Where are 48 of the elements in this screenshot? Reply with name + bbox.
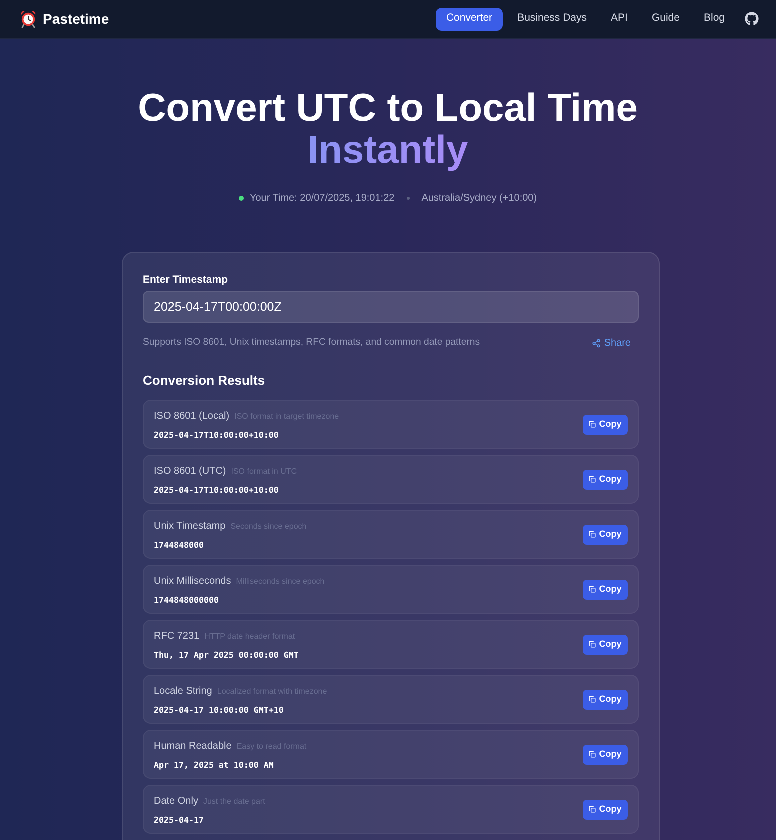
copy-icon	[589, 806, 596, 814]
converted-value: 2025-04-17T10:00:00+10:00	[154, 484, 280, 496]
copy-button[interactable]: Copy	[583, 524, 628, 545]
copy-button[interactable]: Copy	[583, 470, 628, 490]
share-button[interactable]: Share	[592, 336, 631, 351]
copy-button[interactable]: Copy	[583, 744, 628, 765]
converted-value: 1744848000000	[154, 594, 220, 606]
converted-value: Apr 17, 2025 at 10:00 AM	[154, 758, 275, 771]
nav-link[interactable]: API	[599, 8, 640, 30]
copy-button[interactable]: Copy	[583, 634, 628, 655]
format-name: ISO 8601 (Local)	[154, 410, 230, 424]
copy-button[interactable]: Copy	[583, 580, 628, 600]
nav-link[interactable]: Blog	[692, 8, 737, 30]
copy-button[interactable]: Copy	[583, 800, 628, 820]
results-heading: Conversion Results	[143, 372, 266, 390]
format-name: ISO 8601 (UTC)	[154, 464, 226, 479]
timestamp-label: Enter Timestamp	[143, 273, 229, 288]
copy-button[interactable]: Copy	[583, 690, 628, 710]
format-name: Locale String	[154, 684, 212, 699]
nav-link[interactable]: Business Days	[506, 8, 600, 30]
format-name: Unix Timestamp	[154, 520, 226, 534]
converted-value: 2025-04-17 10:00:00 GMT+10	[154, 704, 285, 716]
local-time-text: Your Time: 20/07/2025, 19:01:22	[250, 192, 395, 206]
format-name: Date Only	[154, 794, 198, 809]
copy-icon	[589, 586, 596, 594]
github-icon[interactable]	[745, 12, 759, 26]
format-name: Human Readable	[154, 740, 232, 754]
hero-title: Convert UTC to Local Time	[138, 89, 638, 129]
nav-link[interactable]: Guide	[640, 8, 692, 30]
format-name: RFC 7231	[154, 630, 200, 644]
copy-icon	[589, 751, 596, 758]
format-hint: Supports ISO 8601, Unix timestamps, RFC formats, and common date patterns	[143, 336, 480, 350]
format-name: Unix Milliseconds	[154, 574, 232, 589]
converted-value: Thu, 17 Apr 2025 00:00:00 GMT	[154, 648, 299, 661]
copy-icon	[589, 641, 596, 648]
copy-icon	[589, 696, 596, 704]
share-icon	[592, 338, 602, 348]
nav-link[interactable]: Converter	[436, 8, 503, 30]
copy-icon	[589, 421, 596, 428]
timezone-text: Australia/Sydney (+10:00)	[422, 192, 538, 206]
copy-icon	[589, 531, 596, 538]
converted-value: 1744848000	[154, 538, 205, 551]
copy-button[interactable]: Copy	[583, 414, 628, 435]
brand-name[interactable]: Pastetime	[43, 8, 110, 30]
copy-icon	[589, 476, 596, 484]
converted-value: 2025-04-17T10:00:00+10:00	[154, 428, 280, 441]
alarm-clock-icon	[20, 10, 37, 28]
converted-value: 2025-04-17	[154, 814, 205, 826]
